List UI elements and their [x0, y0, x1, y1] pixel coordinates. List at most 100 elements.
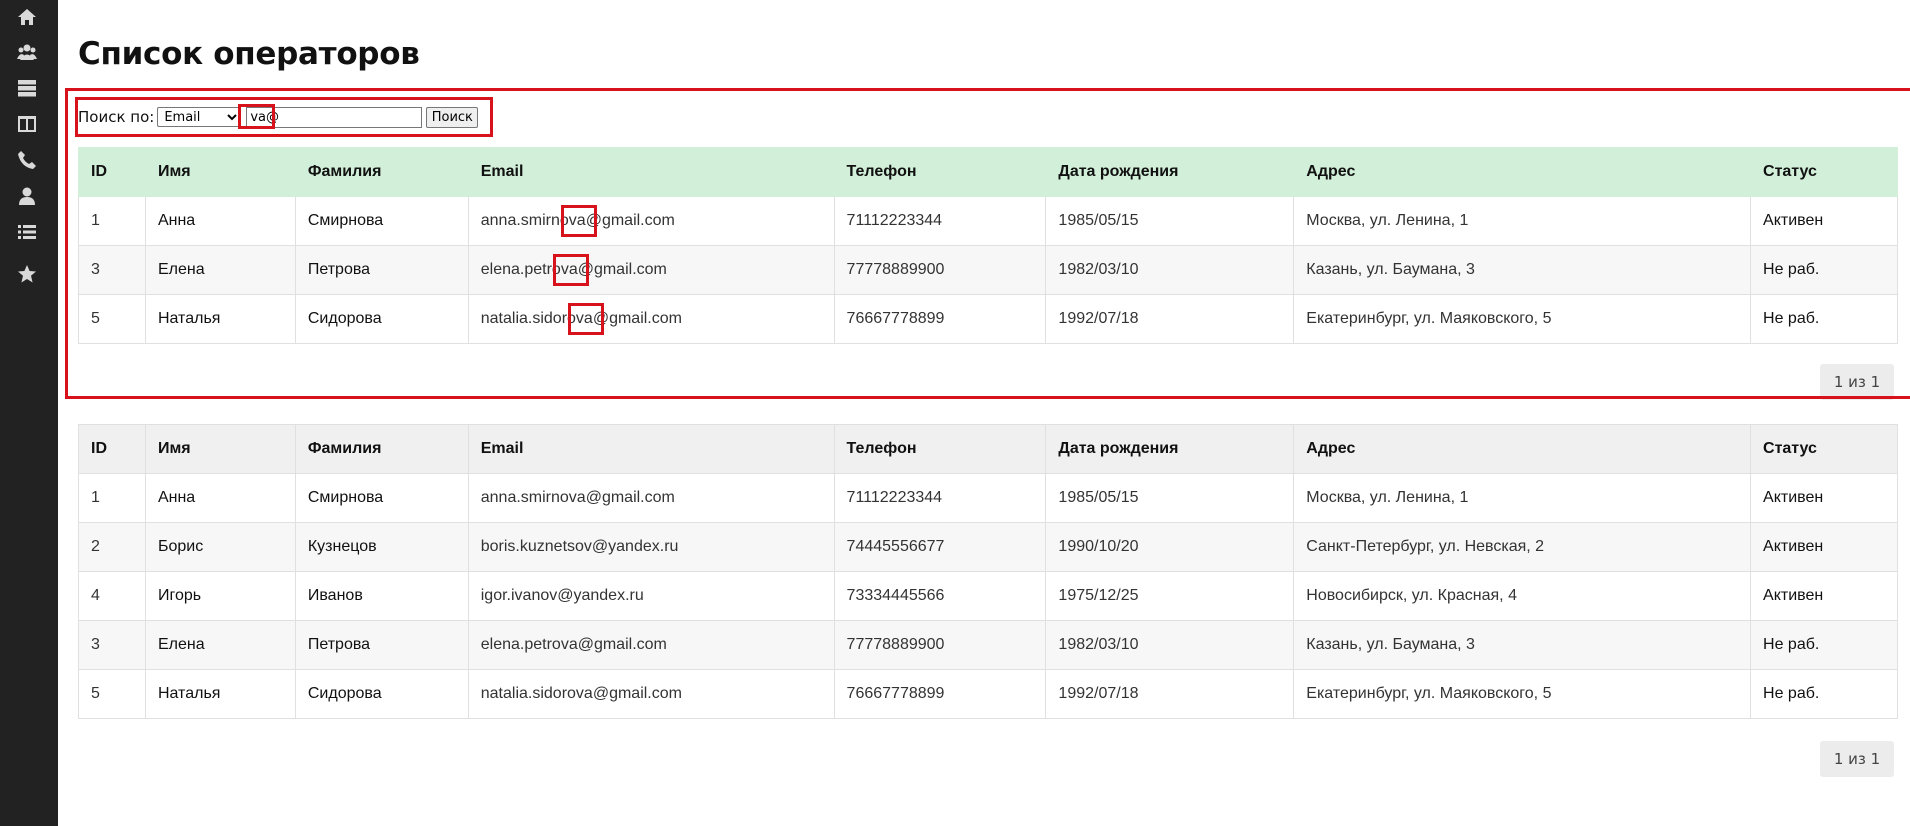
- cell-phone: 74445556677: [833, 522, 1047, 572]
- col-first-name-header: Имя: [144, 424, 296, 474]
- cell-birth-date: 1985/05/15: [1045, 196, 1295, 246]
- col-last-name-header: Фамилия: [294, 424, 469, 474]
- cell-phone: 77778889900: [833, 620, 1047, 670]
- cell-address: Москва, ул. Ленина, 1: [1293, 196, 1752, 246]
- table-row[interactable]: 3 Елена Петрова elena.petrova@gmail.com 7777…: [78, 620, 1898, 670]
- cell-birth-date: 1992/07/18: [1045, 294, 1295, 344]
- cell-id: 5: [78, 669, 146, 719]
- cell-first-name: Елена: [144, 245, 296, 295]
- cell-birth-date: 1975/12/25: [1045, 571, 1295, 621]
- cell-address: Санкт-Петербург, ул. Невская, 2: [1293, 522, 1752, 572]
- phone-icon[interactable]: [16, 149, 38, 171]
- search-button[interactable]: Поиск: [426, 106, 479, 128]
- col-status-header: Статус: [1750, 424, 1898, 474]
- search-input[interactable]: [246, 106, 423, 128]
- cell-birth-date: 1990/10/20: [1045, 522, 1295, 572]
- columns-icon[interactable]: [16, 113, 38, 135]
- col-id-header: ID: [78, 147, 146, 197]
- cell-phone: 71112223344: [833, 196, 1047, 246]
- cell-status: Активен: [1750, 473, 1898, 523]
- cell-status: Активен: [1750, 571, 1898, 621]
- cell-id: 4: [78, 571, 146, 621]
- operators-pager[interactable]: 1 из 1: [1820, 741, 1894, 777]
- cell-status: Активен: [1750, 522, 1898, 572]
- cell-first-name: Наталья: [144, 669, 296, 719]
- col-birth-date-header: Дата рождения: [1045, 147, 1295, 197]
- col-status-header: Статус: [1750, 147, 1898, 197]
- col-email-header: Email: [467, 424, 835, 474]
- cell-email: elena.petrova@gmail.com: [467, 620, 835, 670]
- cell-last-name: Кузнецов: [294, 522, 469, 572]
- cell-email: anna.smirnova@gmail.com: [467, 196, 835, 246]
- cell-last-name: Сидорова: [294, 294, 469, 344]
- cell-email: igor.ivanov@yandex.ru: [467, 571, 835, 621]
- cell-id: 5: [78, 294, 146, 344]
- cell-birth-date: 1982/03/10: [1045, 620, 1295, 670]
- cell-status: Не раб.: [1750, 669, 1898, 719]
- cell-email: boris.kuznetsov@yandex.ru: [467, 522, 835, 572]
- cell-email: natalia.sidorova@gmail.com: [467, 669, 835, 719]
- cell-phone: 76667778899: [833, 294, 1047, 344]
- users-icon[interactable]: [16, 41, 38, 63]
- cell-status: Не раб.: [1750, 294, 1898, 344]
- cell-birth-date: 1985/05/15: [1045, 473, 1295, 523]
- cell-address: Новосибирск, ул. Красная, 4: [1293, 571, 1752, 621]
- col-last-name-header: Фамилия: [294, 147, 469, 197]
- results-table: ID Имя Фамилия Email Телефон Дата рождения Адр…: [78, 147, 1898, 344]
- table-row[interactable]: 3 Елена Петрова elena.petrova@gmail.com 7777…: [78, 245, 1898, 295]
- results-pager[interactable]: 1 из 1: [1820, 364, 1894, 400]
- cell-status: Активен: [1750, 196, 1898, 246]
- cell-last-name: Смирнова: [294, 473, 469, 523]
- cell-last-name: Иванов: [294, 571, 469, 621]
- table-row[interactable]: 2 Борис Кузнецов boris.kuznetsov@yandex.ru 7…: [78, 522, 1898, 572]
- cell-id: 2: [78, 522, 146, 572]
- cell-phone: 71112223344: [833, 473, 1047, 523]
- table-header-row: ID Имя Фамилия Email Телефон Дата рождения Адр…: [78, 147, 1898, 197]
- cell-address: Казань, ул. Баумана, 3: [1293, 245, 1752, 295]
- page-title: Список операторов: [78, 36, 420, 72]
- list-icon[interactable]: [16, 221, 38, 243]
- table-row[interactable]: 4 Игорь Иванов igor.ivanov@yandex.ru 7333444…: [78, 571, 1898, 621]
- operators-table: ID Имя Фамилия Email Телефон Дата рождения Адр…: [78, 424, 1898, 719]
- col-id-header: ID: [78, 424, 146, 474]
- cell-email: elena.petrova@gmail.com: [467, 245, 835, 295]
- col-phone-header: Телефон: [833, 424, 1047, 474]
- table-row[interactable]: 5 Наталья Сидорова natalia.sidorova@gmail.c…: [78, 669, 1898, 719]
- cell-birth-date: 1982/03/10: [1045, 245, 1295, 295]
- col-address-header: Адрес: [1293, 424, 1752, 474]
- cell-address: Казань, ул. Баумана, 3: [1293, 620, 1752, 670]
- star-icon[interactable]: [16, 263, 38, 285]
- search-field-select[interactable]: Email: [157, 107, 242, 127]
- cell-address: Екатеринбург, ул. Маяковского, 5: [1293, 669, 1752, 719]
- cell-last-name: Петрова: [294, 620, 469, 670]
- cell-phone: 73334445566: [833, 571, 1047, 621]
- table-header-row: ID Имя Фамилия Email Телефон Дата рождения Адр…: [78, 424, 1898, 474]
- cell-first-name: Борис: [144, 522, 296, 572]
- cell-first-name: Елена: [144, 620, 296, 670]
- cell-first-name: Анна: [144, 473, 296, 523]
- sidebar: [0, 0, 58, 826]
- cell-first-name: Анна: [144, 196, 296, 246]
- cell-id: 1: [78, 196, 146, 246]
- table-row[interactable]: 1 Анна Смирнова anna.smirnova@gmail.com 7111…: [78, 473, 1898, 523]
- search-label: Поиск по:: [78, 108, 155, 126]
- cell-status: Не раб.: [1750, 245, 1898, 295]
- home-icon[interactable]: [16, 6, 38, 28]
- cell-first-name: Игорь: [144, 571, 296, 621]
- cell-first-name: Наталья: [144, 294, 296, 344]
- col-birth-date-header: Дата рождения: [1045, 424, 1295, 474]
- cell-status: Не раб.: [1750, 620, 1898, 670]
- cell-phone: 76667778899: [833, 669, 1047, 719]
- table-row[interactable]: 1 Анна Смирнова anna.smirnova@gmail.com 7111…: [78, 196, 1898, 246]
- cell-address: Москва, ул. Ленина, 1: [1293, 473, 1752, 523]
- cell-birth-date: 1992/07/18: [1045, 669, 1295, 719]
- table-row[interactable]: 5 Наталья Сидорова natalia.sidorova@gmail.c…: [78, 294, 1898, 344]
- user-icon[interactable]: [16, 185, 38, 207]
- cell-id: 1: [78, 473, 146, 523]
- col-address-header: Адрес: [1293, 147, 1752, 197]
- cell-last-name: Смирнова: [294, 196, 469, 246]
- server-icon[interactable]: [16, 77, 38, 99]
- col-phone-header: Телефон: [833, 147, 1047, 197]
- cell-id: 3: [78, 620, 146, 670]
- cell-id: 3: [78, 245, 146, 295]
